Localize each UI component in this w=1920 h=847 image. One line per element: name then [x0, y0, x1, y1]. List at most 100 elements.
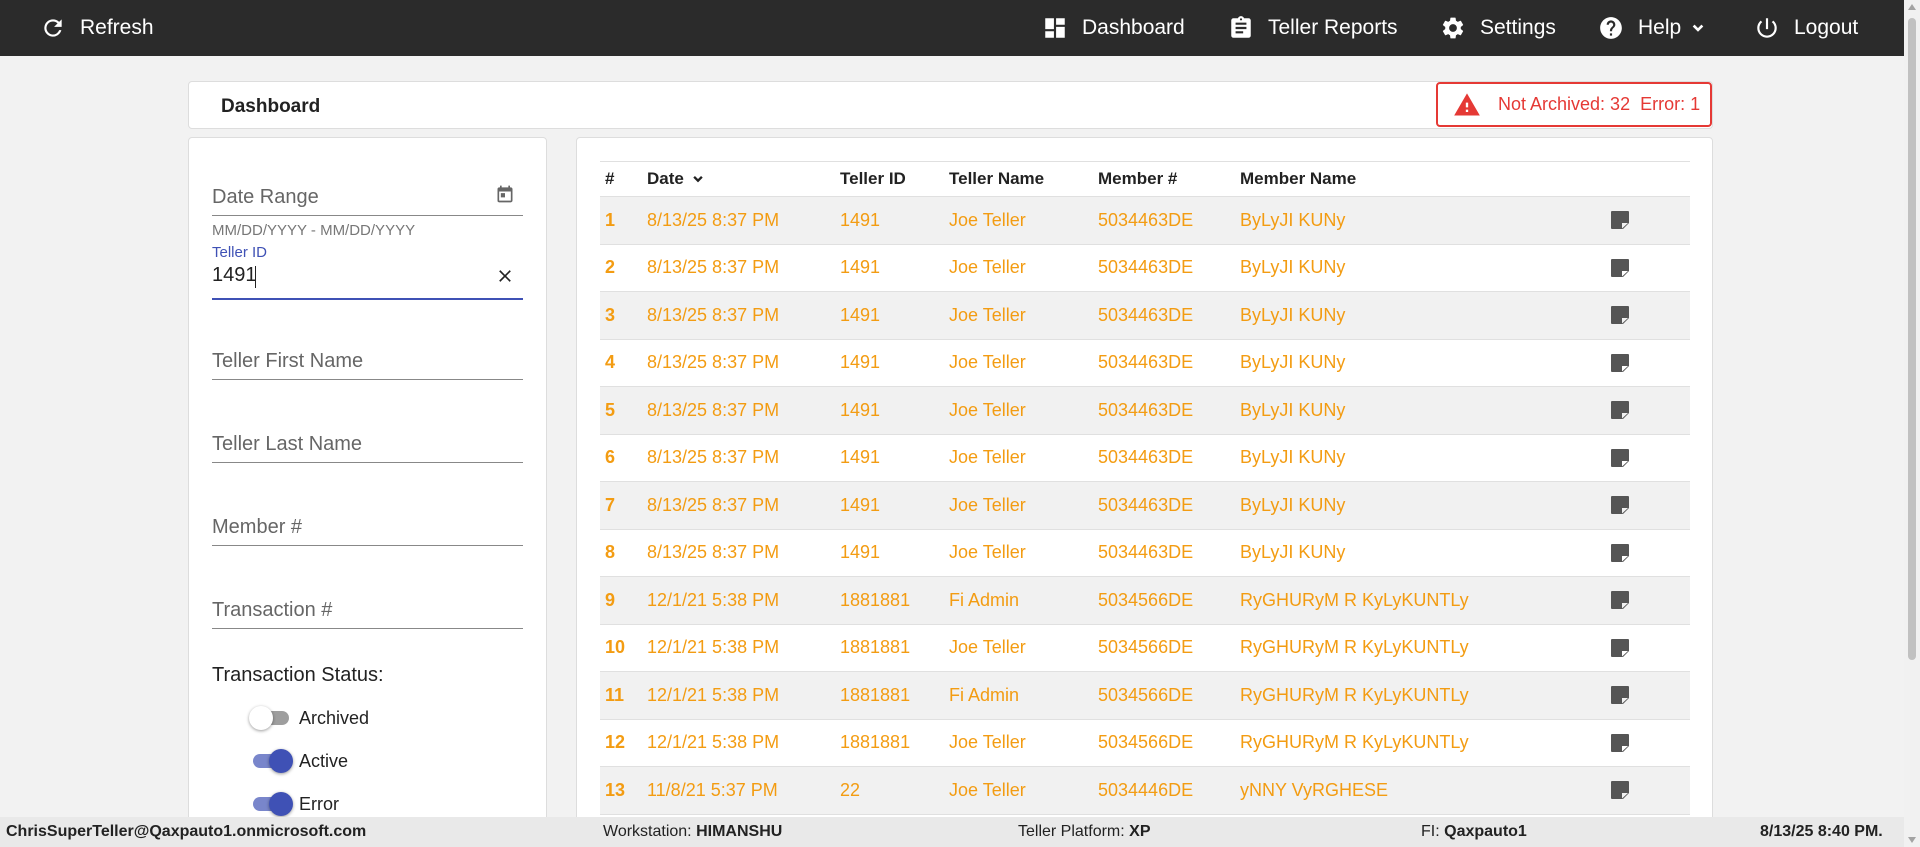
nav-dashboard-label: Dashboard: [1082, 16, 1185, 39]
row-member-name: ByLyJI KUNy: [1240, 304, 1346, 325]
row-number: 6: [605, 447, 616, 468]
date-range-field[interactable]: Date Range: [212, 178, 523, 216]
note-icon[interactable]: [1608, 493, 1632, 517]
row-action: [1608, 292, 1632, 339]
footer-workstation-value: HIMANSHU: [696, 823, 783, 840]
nav-teller-reports[interactable]: Teller Reports: [1228, 0, 1398, 56]
member-number-field[interactable]: Member #: [212, 508, 523, 546]
teller-id-value[interactable]: 1491: [212, 264, 257, 287]
row-teller-name: Fi Admin: [949, 684, 1020, 705]
row-number: 5: [605, 399, 616, 420]
row-teller-id: 1881881: [840, 732, 911, 753]
note-icon[interactable]: [1608, 588, 1632, 612]
calendar-icon[interactable]: [495, 184, 515, 204]
row-teller-id: 1491: [840, 447, 881, 468]
table-row[interactable]: 6 8/13/25 8:37 PM 1491 Joe Teller 5034463DE B…: [600, 435, 1690, 482]
table-row[interactable]: 2 8/13/25 8:37 PM 1491 Joe Teller 5034463DE B…: [600, 245, 1690, 292]
nav-dashboard[interactable]: Dashboard: [1042, 0, 1185, 56]
note-icon[interactable]: [1608, 398, 1632, 422]
row-member-num: 5034463DE: [1098, 352, 1194, 373]
note-icon[interactable]: [1608, 778, 1632, 802]
row-action: [1608, 577, 1632, 624]
table-row[interactable]: 4 8/13/25 8:37 PM 1491 Joe Teller 5034463DE B…: [600, 340, 1690, 387]
row-teller-name: Joe Teller: [949, 779, 1026, 800]
col-header-member-name[interactable]: Member Name: [1240, 162, 1356, 196]
note-icon[interactable]: [1608, 351, 1632, 375]
note-icon[interactable]: [1608, 636, 1632, 660]
note-icon[interactable]: [1608, 541, 1632, 565]
row-action: [1608, 625, 1632, 672]
table-row[interactable]: 10 12/1/21 5:38 PM 1881881 Joe Teller 503456…: [600, 625, 1690, 672]
row-teller-id: 1881881: [840, 684, 911, 705]
transaction-number-field[interactable]: Transaction #: [212, 591, 523, 629]
row-member-num: 5034446DE: [1098, 779, 1194, 800]
refresh-button[interactable]: Refresh: [40, 0, 154, 56]
row-teller-name: Joe Teller: [949, 352, 1026, 373]
table-row[interactable]: 1 8/13/25 8:37 PM 1491 Joe Teller 5034463DE B…: [600, 197, 1690, 245]
row-teller-id: 1881881: [840, 637, 911, 658]
row-teller-id: 22: [840, 779, 861, 800]
error-toggle[interactable]: [249, 790, 293, 818]
table-row[interactable]: 13 11/8/21 5:37 PM 22 Joe Teller 5034446DE yN…: [600, 767, 1690, 815]
row-action: [1608, 245, 1632, 292]
note-icon[interactable]: [1608, 256, 1632, 280]
footer-datetime: 8/13/25 8:40 PM.: [1760, 823, 1883, 840]
filter-panel: Date Range MM/DD/YYYY - MM/DD/YYYY Telle…: [188, 137, 547, 837]
table-body: 1 8/13/25 8:37 PM 1491 Joe Teller 5034463DE B…: [600, 197, 1690, 815]
footer-user: ChrisSuperTeller@Qaxpauto1.onmicrosoft.c…: [6, 823, 367, 840]
note-icon[interactable]: [1608, 683, 1632, 707]
col-header-teller-id[interactable]: Teller ID: [840, 162, 906, 196]
row-member-num: 5034463DE: [1098, 209, 1194, 230]
nav-logout[interactable]: Logout: [1754, 0, 1858, 56]
teller-first-name-field[interactable]: Teller First Name: [212, 342, 523, 380]
row-action: [1608, 482, 1632, 529]
scroll-up-arrow[interactable]: [1908, 4, 1916, 10]
row-date: 8/13/25 8:37 PM: [647, 352, 780, 373]
row-date: 8/13/25 8:37 PM: [647, 257, 780, 278]
footer-fi-value: Qaxpauto1: [1444, 823, 1527, 840]
close-icon[interactable]: [495, 266, 515, 286]
table-row[interactable]: 5 8/13/25 8:37 PM 1491 Joe Teller 5034463DE B…: [600, 387, 1690, 435]
row-action: [1608, 435, 1632, 482]
table-row[interactable]: 7 8/13/25 8:37 PM 1491 Joe Teller 5034463DE B…: [600, 482, 1690, 530]
table-row[interactable]: 11 12/1/21 5:38 PM 1881881 Fi Admin 5034566D…: [600, 672, 1690, 720]
row-number: 11: [605, 684, 625, 705]
scrollbar-thumb[interactable]: [1908, 18, 1916, 660]
archive-status-alert[interactable]: Not Archived: 32 Error: 1: [1436, 82, 1712, 127]
nav-settings[interactable]: Settings: [1440, 0, 1556, 56]
row-teller-name: Fi Admin: [949, 589, 1020, 610]
footer-platform-value: XP: [1129, 823, 1151, 840]
col-header-teller-name[interactable]: Teller Name: [949, 162, 1044, 196]
date-range-hint: MM/DD/YYYY - MM/DD/YYYY: [212, 222, 416, 239]
table-row[interactable]: 12 12/1/21 5:38 PM 1881881 Joe Teller 503456…: [600, 720, 1690, 767]
note-icon[interactable]: [1608, 731, 1632, 755]
table-row[interactable]: 8 8/13/25 8:37 PM 1491 Joe Teller 5034463DE B…: [600, 530, 1690, 577]
active-toggle[interactable]: [249, 747, 293, 775]
teller-id-field[interactable]: Teller ID 1491: [212, 244, 523, 300]
table-row[interactable]: 3 8/13/25 8:37 PM 1491 Joe Teller 5034463DE B…: [600, 292, 1690, 340]
table-row[interactable]: 9 12/1/21 5:38 PM 1881881 Fi Admin 5034566DE…: [600, 577, 1690, 625]
row-member-name: ByLyJI KUNy: [1240, 494, 1346, 515]
row-date: 8/13/25 8:37 PM: [647, 304, 780, 325]
nav-help[interactable]: Help: [1598, 0, 1707, 56]
note-icon[interactable]: [1608, 303, 1632, 327]
teller-last-name-field[interactable]: Teller Last Name: [212, 425, 523, 463]
note-icon[interactable]: [1608, 208, 1632, 232]
col-header-date[interactable]: Date: [647, 162, 706, 196]
text-cursor: [255, 266, 256, 288]
row-number: 1: [605, 209, 616, 230]
scroll-down-arrow[interactable]: [1908, 837, 1916, 843]
page-scrollbar[interactable]: [1904, 0, 1920, 847]
error-count: Error: 1: [1640, 94, 1701, 114]
row-date: 12/1/21 5:38 PM: [647, 684, 780, 705]
archived-toggle[interactable]: [249, 704, 293, 732]
row-teller-id: 1491: [840, 304, 881, 325]
row-member-num: 5034566DE: [1098, 637, 1194, 658]
row-member-name: RyGHURyM R KyLyKUNTLy: [1240, 589, 1469, 610]
footer-teller-platform: Teller Platform: XP: [1018, 823, 1151, 841]
col-header-member-num[interactable]: Member #: [1098, 162, 1177, 196]
status-footer: ChrisSuperTeller@Qaxpauto1.onmicrosoft.c…: [0, 817, 1904, 847]
row-member-name: RyGHURyM R KyLyKUNTLy: [1240, 637, 1469, 658]
chevron-down-icon[interactable]: [690, 171, 706, 187]
note-icon[interactable]: [1608, 446, 1632, 470]
